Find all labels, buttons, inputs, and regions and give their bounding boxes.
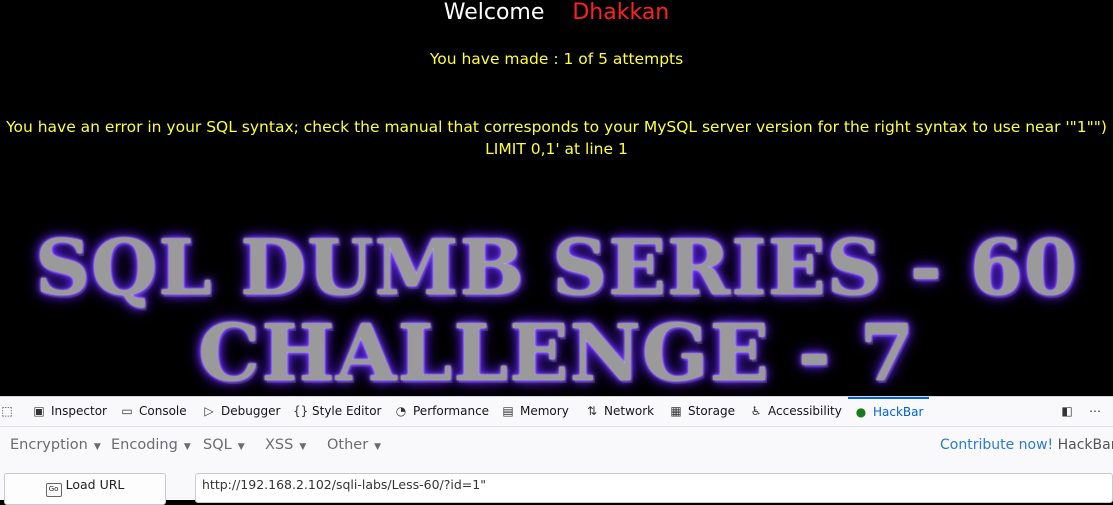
style-editor-icon: {} (293, 404, 309, 418)
hackbar-toolbar: Encryption ▼ Encoding ▼ SQL ▼ XSS ▼ Other ▼ C… (0, 428, 1113, 462)
welcome-label: Welcome (443, 0, 545, 25)
username: Dhakkan (572, 0, 670, 25)
chevron-down-icon: ▼ (374, 442, 382, 452)
menu-other[interactable]: Other ▼ (327, 428, 381, 462)
accessibility-icon: ♿ (750, 404, 762, 418)
console-icon: ▭ (121, 404, 133, 418)
devtools-panel: ⬚ ▣ Inspector ▭ Console ▷ Debugger {} Style … (0, 396, 1113, 505)
menu-sql[interactable]: SQL ▼ (203, 428, 245, 462)
load-url-icon: Go (45, 483, 62, 497)
storage-icon: ▦ (670, 404, 682, 418)
dock-mode-icon[interactable]: ◧ (1060, 397, 1079, 426)
menu-xss[interactable]: XSS ▼ (265, 428, 306, 462)
chevron-down-icon: ▼ (299, 442, 307, 452)
more-options-icon[interactable]: ⋯ (1088, 397, 1107, 426)
network-icon: ⇅ (586, 404, 598, 418)
tab-storage[interactable]: ▦ Storage (669, 397, 735, 426)
performance-icon: ◔ (395, 404, 407, 418)
attempts-message: You have made : 1 of 5 attempts (429, 50, 684, 68)
tab-style-editor[interactable]: {} Style Editor (293, 397, 381, 426)
menu-encoding[interactable]: Encoding ▼ (111, 428, 191, 462)
sql-error-line-1: You have an error in your SQL syntax; ch… (6, 118, 1107, 136)
web-page: Welcome Dhakkan You have made : 1 of 5 a… (0, 0, 1113, 396)
tab-debugger[interactable]: ▷ Debugger (202, 397, 280, 426)
memory-icon: ▤ (502, 404, 514, 418)
chevron-down-icon: ▼ (183, 442, 191, 452)
load-url-button[interactable]: Go Load URL (4, 473, 166, 505)
tab-hackbar[interactable]: ● HackBar (848, 397, 930, 428)
banner-title: SQL DUMB SERIES - 60 (35, 223, 1078, 312)
welcome-line: Welcome Dhakkan (0, 0, 1113, 26)
tab-accessibility[interactable]: ♿ Accessibility (749, 397, 842, 426)
contribute-link[interactable]: Contribute now! HackBar v2 (940, 428, 1113, 462)
hackbar-icon: ● (855, 405, 867, 419)
devtools-tabbar: ⬚ ▣ Inspector ▭ Console ▷ Debugger {} Style … (0, 397, 1113, 427)
tab-network[interactable]: ⇅ Network (585, 397, 654, 426)
chevron-down-icon: ▼ (237, 442, 245, 452)
banner-subtitle: CHALLENGE - 7 (198, 308, 915, 396)
sql-error-line-2: LIMIT 0,1' at line 1 (485, 140, 628, 158)
chevron-down-icon: ▼ (93, 442, 101, 452)
tab-inspector[interactable]: ▣ Inspector (32, 397, 107, 426)
tab-console[interactable]: ▭ Console (120, 397, 186, 426)
pick-element-icon[interactable]: ⬚ (0, 397, 19, 426)
tab-memory[interactable]: ▤ Memory (501, 397, 568, 426)
debugger-icon: ▷ (204, 404, 214, 418)
menu-encryption[interactable]: Encryption ▼ (10, 428, 101, 462)
hackbar-version: HackBar v2 (1057, 437, 1113, 453)
tab-performance[interactable]: ◔ Performance (394, 397, 489, 426)
inspector-icon: ▣ (33, 404, 45, 418)
sql-error-message: You have an error in your SQL syntax; ch… (0, 116, 1113, 160)
